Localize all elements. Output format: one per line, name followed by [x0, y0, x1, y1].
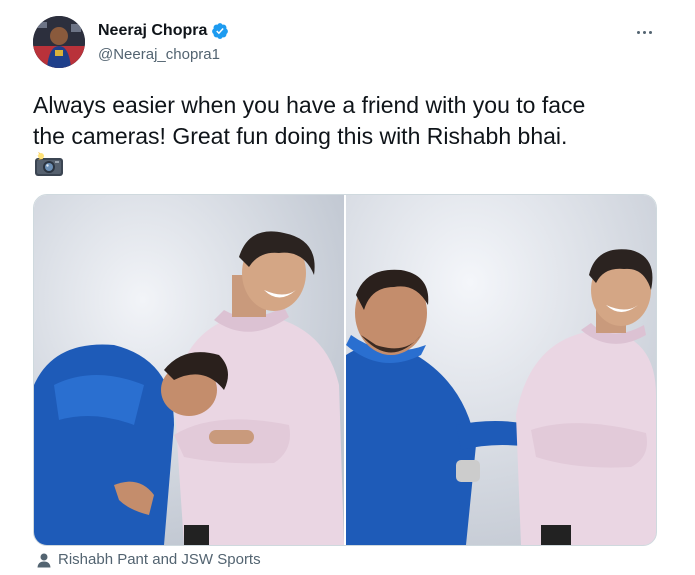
more-dot	[642, 30, 646, 34]
tweet-text: Always easier when you have a friend wit…	[33, 92, 586, 149]
author-handle[interactable]: @Neeraj_chopra1	[98, 46, 220, 63]
photo-2-image	[346, 195, 656, 545]
verified-badge-icon	[211, 22, 229, 40]
more-dot	[648, 30, 652, 34]
more-dot	[636, 30, 640, 34]
person-icon	[36, 552, 52, 568]
photo-1-image	[34, 195, 344, 545]
tagged-people-label[interactable]: Rishabh Pant and JSW Sports	[58, 551, 261, 568]
photo-1[interactable]	[34, 195, 344, 545]
author-avatar[interactable]	[33, 16, 85, 68]
photo-2[interactable]	[346, 195, 656, 545]
tweet-media	[33, 194, 657, 546]
avatar-image	[33, 16, 85, 68]
author-display-name[interactable]: Neeraj Chopra	[98, 22, 207, 40]
more-options-icon[interactable]	[632, 22, 656, 42]
camera-flash-icon	[33, 150, 65, 178]
author-name-row[interactable]: Neeraj Chopra	[98, 22, 229, 40]
tagged-people[interactable]: Rishabh Pant and JSW Sports	[36, 551, 261, 568]
